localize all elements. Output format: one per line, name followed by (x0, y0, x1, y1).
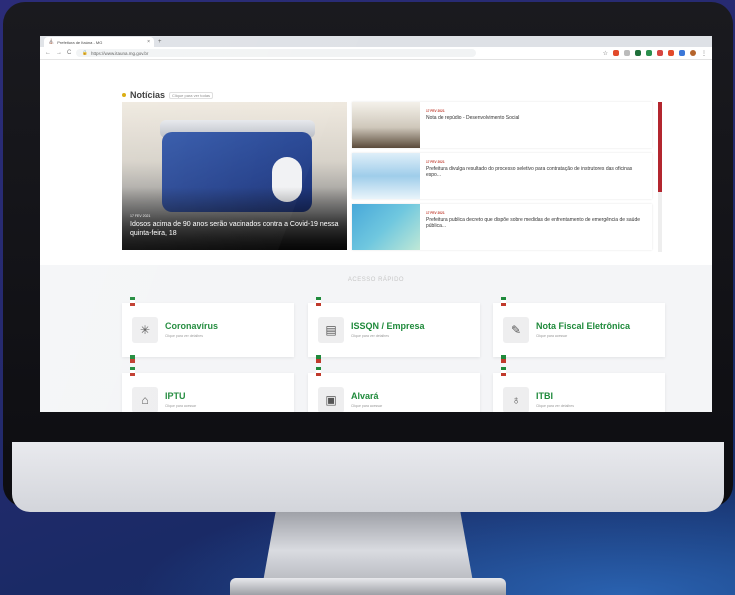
forward-button[interactable]: → (56, 50, 62, 56)
news-item[interactable]: 17 FEV 2021 Prefeitura publica decreto q… (352, 204, 652, 250)
news-title: Notícias (130, 90, 166, 100)
extension-icon[interactable] (668, 50, 674, 56)
hero-overlay (122, 187, 347, 250)
document-icon: ▤ (318, 317, 344, 343)
back-button[interactable]: ← (45, 50, 51, 56)
news-item-date: 17 FEV 2021 (426, 109, 445, 113)
house-icon: ⌂ (132, 387, 158, 412)
tab-title: Prefeitura de Itaúna - MG (57, 39, 103, 45)
news-item[interactable]: 17 FEV 2021 Nota de repúdio - Desenvolvi… (352, 102, 652, 148)
featured-news-card[interactable]: 17 FEV 2021 Idosos acima de 90 anos serã… (122, 102, 347, 250)
browser-tab[interactable]: ⛪ Prefeitura de Itaúna - MG × (44, 37, 154, 47)
browser-toolbar: ← → C 🔒 https://www.itauna.mg.gov.br ☆ ⋮ (40, 47, 712, 60)
news-thumbnail (352, 204, 420, 250)
extension-icon[interactable] (624, 50, 630, 56)
news-scrollbar-thumb[interactable] (658, 102, 662, 192)
view-all-news-link[interactable]: Clique para ver todas (169, 91, 214, 99)
flag-icon (130, 355, 135, 363)
flag-icon (316, 355, 321, 363)
news-item[interactable]: 17 FEV 2021 Prefeitura divulga resultado… (352, 153, 652, 199)
card-subtitle: Clique para acessar (536, 334, 568, 338)
extension-icon[interactable] (635, 50, 641, 56)
card-subtitle: Clique para ver detalhes (536, 404, 574, 408)
news-list: 17 FEV 2021 Nota de repúdio - Desenvolvi… (352, 102, 662, 252)
card-subtitle: Clique para acessar (165, 404, 197, 408)
url-text: https://www.itauna.mg.gov.br (90, 50, 149, 56)
flag-icon (501, 355, 506, 363)
news-item-text: Nota de repúdio - Desenvolvimento Social (426, 115, 520, 121)
featured-news-date: 17 FEV 2021 (130, 214, 151, 218)
card-subtitle: Clique para acessar (351, 404, 383, 408)
avatar[interactable] (690, 50, 696, 56)
news-item-text: Prefeitura divulga resultado do processo… (426, 166, 633, 179)
flag-icon (316, 297, 321, 306)
monitor-stand-neck (263, 512, 473, 582)
address-bar[interactable]: 🔒 https://www.itauna.mg.gov.br (76, 49, 477, 57)
extension-icons: ☆ ⋮ (603, 50, 707, 57)
certificate-icon: ▣ (318, 387, 344, 412)
news-item-text: Prefeitura publica decreto que dispõe so… (426, 217, 641, 230)
news-thumbnail (352, 102, 420, 148)
flag-icon (501, 367, 506, 376)
extension-icon[interactable] (613, 50, 619, 56)
extension-icon[interactable] (657, 50, 663, 56)
tab-close-icon[interactable]: × (147, 39, 150, 45)
money-bag-icon: ♁ (503, 387, 529, 412)
card-label: Coronavírus (165, 321, 219, 331)
reload-button[interactable]: C (67, 50, 71, 56)
quick-card-itbi[interactable]: ♁ ITBI Clique para ver detalhes (493, 367, 665, 412)
virus-icon: ✳ (132, 317, 158, 343)
card-label: Nota Fiscal Eletrônica (536, 321, 631, 331)
featured-news-caption[interactable]: Idosos acima de 90 anos serão vacinados … (130, 221, 342, 238)
screen: ⛪ Prefeitura de Itaúna - MG × + ← → C 🔒 … (40, 36, 712, 412)
card-subtitle: Clique para ver detalhes (351, 334, 389, 338)
bullet-icon (122, 93, 126, 97)
quick-access-section: ACESSO RÁPIDO ✳ Coronavírus Clique para … (40, 265, 712, 412)
monitor-chin (12, 442, 724, 512)
quick-access-title: ACESSO RÁPIDO (347, 277, 405, 283)
extension-icon[interactable] (679, 50, 685, 56)
card-subtitle: Clique para ver detalhes (165, 334, 203, 338)
star-icon[interactable]: ☆ (603, 50, 608, 57)
favicon-icon: ⛪ (48, 39, 55, 45)
flag-icon (130, 297, 135, 306)
new-tab-button[interactable]: + (158, 37, 162, 47)
news-header: Notícias Clique para ver todas (122, 90, 214, 100)
flag-icon (501, 297, 506, 306)
quick-card-issqn[interactable]: ▤ ISSQN / Empresa Clique para ver detalh… (308, 297, 480, 363)
menu-icon[interactable]: ⋮ (701, 50, 707, 57)
card-label: ITBI (536, 391, 553, 401)
flag-icon (316, 367, 321, 376)
quick-card-alvara[interactable]: ▣ Alvará Clique para acessar (308, 367, 480, 412)
card-label: Alvará (351, 391, 379, 401)
news-thumbnail (352, 153, 420, 199)
news-item-date: 17 FEV 2021 (426, 160, 445, 164)
news-item-date: 17 FEV 2021 (426, 211, 445, 215)
quick-card-iptu[interactable]: ⌂ IPTU Clique para acessar (122, 367, 294, 412)
flag-icon (130, 367, 135, 376)
quick-card-nota-fiscal[interactable]: ✎ Nota Fiscal Eletrônica Clique para ace… (493, 297, 665, 363)
card-label: IPTU (165, 391, 186, 401)
extension-icon[interactable] (646, 50, 652, 56)
web-page: Notícias Clique para ver todas 17 FEV 20… (40, 60, 712, 412)
invoice-icon: ✎ (503, 317, 529, 343)
monitor-stand-base (230, 578, 506, 595)
quick-card-coronavirus[interactable]: ✳ Coronavírus Clique para ver detalhes (122, 297, 294, 363)
card-label: ISSQN / Empresa (351, 321, 425, 331)
lock-icon: 🔒 (82, 50, 88, 55)
browser-tab-bar: ⛪ Prefeitura de Itaúna - MG × + (40, 36, 712, 47)
